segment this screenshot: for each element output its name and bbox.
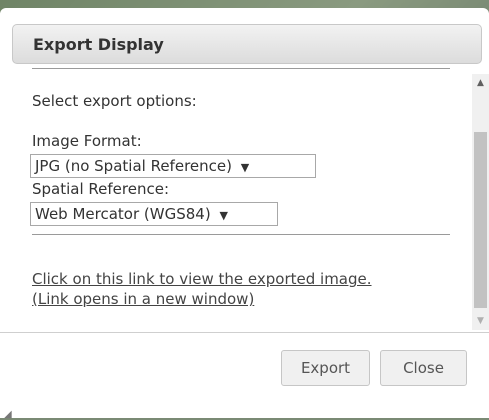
middle-divider bbox=[32, 234, 450, 235]
caret-down-icon: ▼ bbox=[240, 161, 250, 174]
dialog-title-bar[interactable]: Export Display bbox=[12, 24, 482, 64]
content-scrollbar[interactable]: ▲ ▼ bbox=[472, 74, 489, 330]
export-display-dialog: Export Display Select export options: Im… bbox=[0, 8, 489, 420]
close-button[interactable]: Close bbox=[380, 350, 467, 386]
export-options-intro: Select export options: bbox=[32, 92, 197, 110]
exported-image-link-note[interactable]: (Link opens in a new window) bbox=[32, 290, 254, 308]
exported-image-link[interactable]: Click on this link to view the exported … bbox=[32, 270, 372, 288]
spatial-reference-select[interactable]: Web Mercator (WGS84) ▼ bbox=[30, 202, 278, 226]
spatial-reference-value: Web Mercator (WGS84) bbox=[35, 205, 211, 223]
resize-grip-icon[interactable]: ◢ bbox=[4, 410, 14, 420]
image-format-label: Image Format: bbox=[32, 132, 142, 150]
triangle-down-icon[interactable]: ▼ bbox=[472, 312, 489, 330]
caret-down-icon: ▼ bbox=[219, 209, 228, 222]
scrollbar-thumb[interactable] bbox=[474, 132, 487, 308]
spatial-reference-label: Spatial Reference: bbox=[32, 180, 169, 198]
top-divider bbox=[32, 68, 450, 69]
export-button[interactable]: Export bbox=[281, 350, 370, 386]
dialog-content: Select export options: Image Format: JPG… bbox=[0, 68, 489, 330]
triangle-up-icon[interactable]: ▲ bbox=[472, 74, 489, 92]
dialog-title: Export Display bbox=[33, 35, 164, 54]
footer-divider bbox=[0, 332, 489, 333]
image-format-value: JPG (no Spatial Reference) bbox=[35, 157, 232, 175]
image-format-select[interactable]: JPG (no Spatial Reference) ▼ bbox=[30, 154, 316, 178]
